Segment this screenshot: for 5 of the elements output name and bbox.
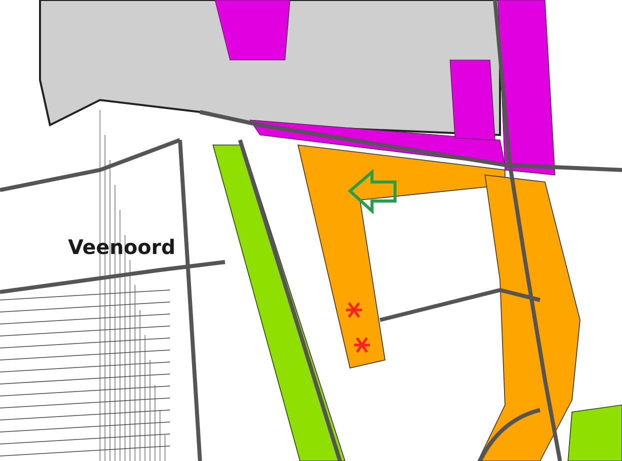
greenbelt-strip: [568, 404, 622, 461]
asterisk-icon: [346, 302, 362, 318]
asterisk-icon: [354, 337, 370, 353]
place-label: Veenoord: [68, 235, 176, 259]
arrow-icon: [348, 168, 396, 214]
